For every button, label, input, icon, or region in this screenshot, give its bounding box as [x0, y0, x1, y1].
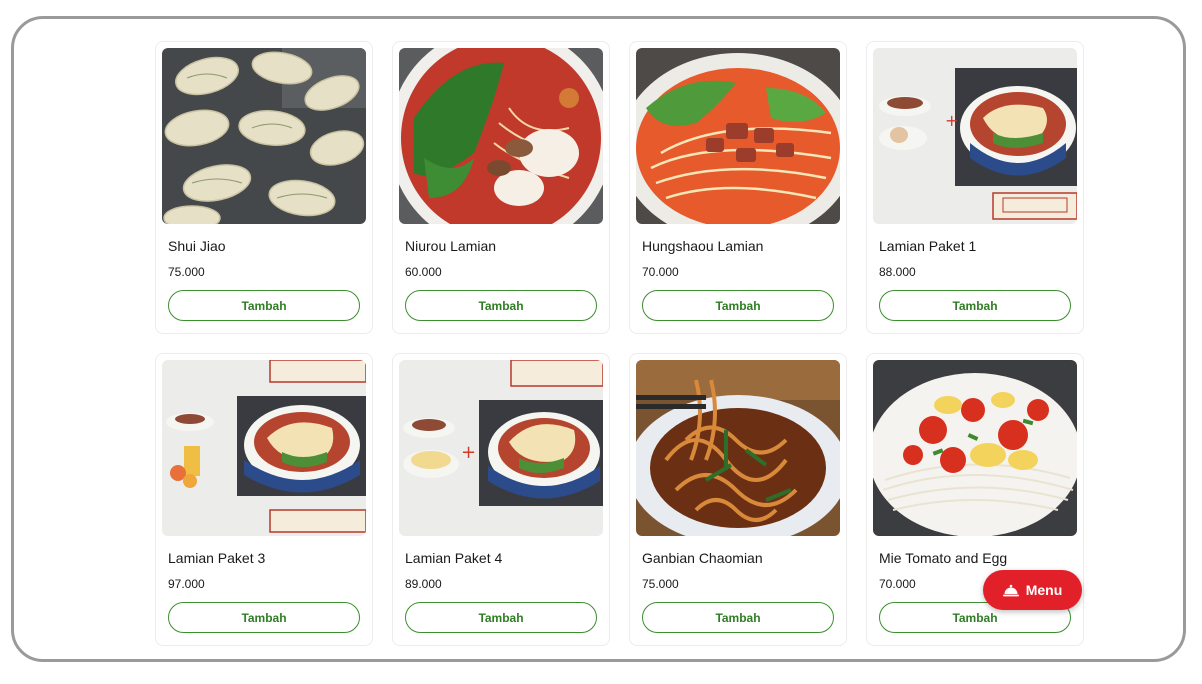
add-button[interactable]: Tambah [405, 290, 597, 321]
add-button[interactable]: Tambah [168, 290, 360, 321]
add-button[interactable]: Tambah [642, 602, 834, 633]
menu-card: Hungshaou Lamian 70.000 Tambah [629, 41, 847, 334]
menu-card: Shui Jiao 75.000 Tambah [155, 41, 373, 334]
item-price: 60.000 [405, 265, 442, 279]
item-name: Lamian Paket 3 [168, 550, 266, 566]
app-frame: Shui Jiao 75.000 Tambah Niurou Lamian 60… [11, 16, 1186, 662]
menu-card: Ganbian Chaomian 75.000 Tambah [629, 353, 847, 646]
item-price: 75.000 [168, 265, 205, 279]
item-price: 97.000 [168, 577, 205, 591]
svg-text:+: + [461, 442, 476, 463]
add-button[interactable]: Tambah [879, 290, 1071, 321]
add-button[interactable]: Tambah [168, 602, 360, 633]
menu-button-label: Menu [1025, 582, 1063, 598]
food-photo-beef-noodle-soup [399, 48, 603, 224]
food-photo-dumplings [162, 48, 366, 224]
menu-grid: Shui Jiao 75.000 Tambah Niurou Lamian 60… [155, 41, 1084, 646]
menu-card: Niurou Lamian 60.000 Tambah [392, 41, 610, 334]
item-name: Ganbian Chaomian [642, 550, 763, 566]
add-button[interactable]: Tambah [642, 290, 834, 321]
menu-button[interactable]: Menu [983, 570, 1082, 610]
item-price: 75.000 [642, 577, 679, 591]
item-price: 70.000 [879, 577, 916, 591]
menu-card: Lamian Paket 3 97.000 Tambah [155, 353, 373, 646]
item-price: 88.000 [879, 265, 916, 279]
menu-card: + Lamian Paket 4 89.000 Tambah [392, 353, 610, 646]
item-name: Shui Jiao [168, 238, 226, 254]
food-photo-braised-beef-noodle-soup [636, 48, 840, 224]
food-photo-noodle-package-4: + [399, 360, 603, 536]
item-name: Niurou Lamian [405, 238, 497, 254]
food-photo-noodle-package-1: + [873, 48, 1077, 224]
item-price: 89.000 [405, 577, 442, 591]
food-photo-tomato-egg-noodles [873, 360, 1077, 536]
food-photo-fried-noodles [636, 360, 840, 536]
item-price: 70.000 [642, 265, 679, 279]
item-name: Hungshaou Lamian [642, 238, 764, 254]
menu-card: + Lamian Paket 1 88.000 Tambah [866, 41, 1084, 334]
item-name: Mie Tomato and Egg [879, 550, 1008, 566]
svg-text:+: + [945, 111, 958, 130]
cloche-icon [1002, 584, 1019, 597]
item-name: Lamian Paket 1 [879, 238, 977, 254]
add-button[interactable]: Tambah [405, 602, 597, 633]
food-photo-noodle-package-3 [162, 360, 366, 536]
item-name: Lamian Paket 4 [405, 550, 503, 566]
